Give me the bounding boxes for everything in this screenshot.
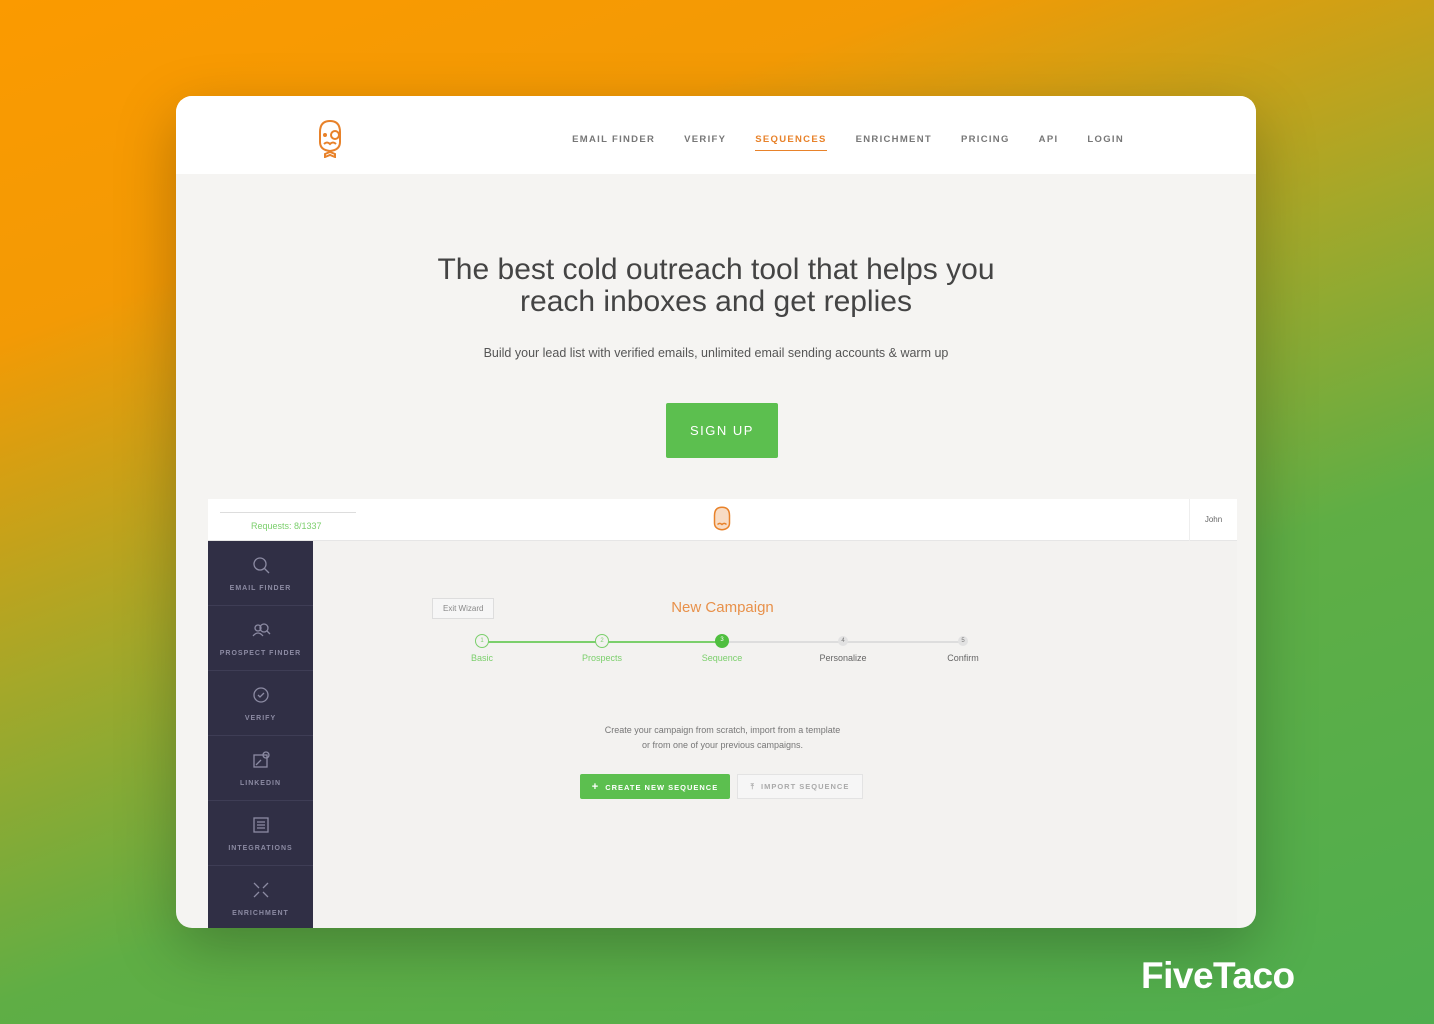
create-new-sequence-button[interactable]: + CREATE NEW SEQUENCE bbox=[580, 774, 730, 799]
wizard-steps: 1 Basic 2 Prospects 3 Sequence 4 Personalize 5 Co… bbox=[208, 634, 1237, 674]
step-4-circle[interactable]: 4 bbox=[838, 636, 848, 646]
app-screenshot: Requests: 8/1337 John EMAIL FINDER PROSPE… bbox=[208, 499, 1237, 928]
step-label: Confirm bbox=[947, 653, 979, 663]
top-nav: EMAIL FINDER VERIFY SEQUENCES ENRICHMENT PRI… bbox=[176, 96, 1256, 174]
arrows-in-icon bbox=[253, 882, 268, 898]
mascot-logo-icon bbox=[713, 506, 731, 531]
import-sequence-button[interactable]: ⤒ IMPORT SEQUENCE bbox=[737, 774, 863, 799]
nav-item-sequences[interactable]: SEQUENCES bbox=[755, 134, 827, 151]
nav-item-pricing[interactable]: PRICING bbox=[961, 134, 1010, 151]
step-label: Sequence bbox=[701, 653, 743, 663]
sidebar-item-integrations[interactable]: INTEGRATIONS bbox=[208, 801, 313, 866]
step-5-circle[interactable]: 5 bbox=[958, 636, 968, 646]
nav-item-login[interactable]: LOGIN bbox=[1087, 134, 1124, 151]
sign-up-button[interactable]: SIGN UP bbox=[666, 403, 778, 458]
step-label: Prospects bbox=[581, 653, 623, 663]
nav-item-enrichment[interactable]: ENRICHMENT bbox=[856, 134, 932, 151]
nav-item-verify[interactable]: VERIFY bbox=[684, 134, 726, 151]
step-label: Personalize bbox=[819, 653, 867, 663]
step-connector bbox=[602, 641, 722, 643]
upload-icon: ⤒ bbox=[750, 781, 755, 791]
sidebar-item-label: LINKEDIN bbox=[239, 780, 282, 787]
sidebar-item-label: ENRICHMENT bbox=[232, 910, 289, 917]
requests-progress-bar bbox=[220, 512, 356, 513]
campaign-title: New Campaign bbox=[671, 599, 774, 616]
step-3-circle[interactable]: 3 bbox=[715, 634, 729, 648]
sidebar-item-email-finder[interactable]: EMAIL FINDER bbox=[208, 541, 313, 606]
sidebar-item-label: EMAIL FINDER bbox=[229, 585, 292, 592]
list-icon bbox=[252, 817, 269, 833]
app-topbar: Requests: 8/1337 John bbox=[208, 499, 1237, 541]
step-label: Basic bbox=[470, 653, 493, 663]
requests-count: Requests: 8/1337 bbox=[251, 521, 322, 531]
wizard-area: Exit Wizard New Campaign 1 Basic 2 Prospect… bbox=[313, 541, 1237, 928]
nav-item-email-finder[interactable]: EMAIL FINDER bbox=[572, 134, 655, 151]
user-menu[interactable]: John bbox=[1189, 499, 1237, 541]
hero-title: The best cold outreach tool that helps y… bbox=[437, 253, 995, 318]
sidebar-item-label: VERIFY bbox=[244, 715, 277, 722]
plus-icon: + bbox=[591, 780, 600, 793]
nav-menu: EMAIL FINDER VERIFY SEQUENCES ENRICHMENT PRI… bbox=[572, 134, 1124, 151]
search-icon bbox=[252, 557, 269, 574]
check-circle-icon bbox=[252, 687, 269, 703]
mascot-logo-icon[interactable] bbox=[314, 118, 346, 158]
step-connector bbox=[722, 641, 843, 643]
wizard-description: Create your campaign from scratch, impor… bbox=[604, 725, 841, 750]
sidebar-item-label: INTEGRATIONS bbox=[228, 845, 293, 852]
fivetaco-brand: FiveTaco bbox=[1141, 955, 1295, 996]
hero-subtitle: Build your lead list with verified email… bbox=[483, 346, 949, 360]
website-card: EMAIL FINDER VERIFY SEQUENCES ENRICHMENT PRI… bbox=[176, 96, 1256, 928]
linkedin-extension-icon bbox=[252, 751, 270, 768]
step-1-circle[interactable]: 1 bbox=[475, 634, 489, 648]
nav-item-api[interactable]: API bbox=[1039, 134, 1059, 151]
step-connector bbox=[843, 641, 963, 643]
step-2-circle[interactable]: 2 bbox=[595, 634, 609, 648]
sidebar-item-enrichment[interactable]: ENRICHMENT bbox=[208, 866, 313, 928]
step-connector bbox=[482, 641, 602, 643]
